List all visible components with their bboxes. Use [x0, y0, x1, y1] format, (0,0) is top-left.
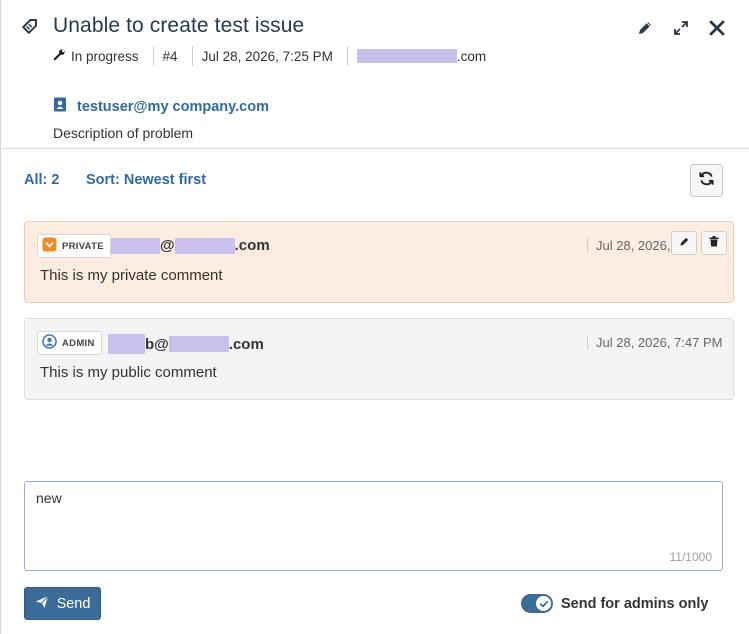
admins-only-toggle-group: Send for admins only [521, 594, 708, 613]
redacted-block [356, 49, 457, 63]
meta-divider [346, 46, 348, 66]
comment-input[interactable]: new 11/1000 [24, 481, 723, 571]
comment-date: Jul 28, 2026, 7:47 PM [587, 238, 671, 253]
check-icon [536, 596, 551, 611]
comment-input-value: new [36, 490, 62, 506]
user-circle-icon [42, 334, 57, 352]
comment-private: PRIVATE @ .com Jul 28, 2026, 7:47 PM [24, 221, 734, 303]
edit-comment-button[interactable] [671, 231, 697, 255]
comment-author: b@ .com [108, 334, 264, 354]
badge-label: PRIVATE [62, 240, 104, 252]
issue-assignee: .com [356, 48, 487, 64]
paper-plane-icon [35, 595, 49, 613]
comment-actions [671, 231, 727, 255]
pencil-icon[interactable] [633, 16, 657, 40]
author-part: @ [160, 237, 175, 254]
redacted-block [168, 336, 229, 352]
redacted-block [108, 334, 145, 354]
contact-card-icon [53, 97, 67, 117]
sort-dropdown[interactable]: Sort: Newest first [86, 172, 206, 188]
comment-text: This is my public comment [40, 364, 217, 381]
issue-status: In progress [53, 48, 139, 64]
issue-created-date: Jul 28, 2026, 7:25 PM [201, 48, 333, 64]
meta-divider [191, 46, 193, 66]
status-text: In progress [71, 48, 139, 64]
issue-meta: In progress #4 Jul 28, 2026, 7:25 PM .co… [53, 45, 486, 67]
meta-divider [152, 46, 154, 66]
comment-text: This is my private comment [40, 267, 223, 284]
issue-number: #4 [162, 48, 178, 64]
author-domain: .com [234, 237, 270, 254]
refresh-button[interactable] [690, 164, 723, 197]
issue-description: Description of problem [53, 125, 194, 141]
author-domain: .com [228, 335, 264, 353]
comment-date: Jul 28, 2026, 7:47 PM [587, 335, 722, 350]
refresh-icon [698, 170, 715, 192]
comment-count[interactable]: All: 2 [24, 172, 59, 188]
issue-title: Unable to create test issue [53, 14, 305, 37]
badge-label: ADMIN [62, 337, 95, 349]
header-actions [633, 16, 729, 40]
delete-comment-button[interactable] [701, 231, 727, 255]
pencil-icon [679, 234, 690, 252]
issue-header: Unable to create test issue In progress … [0, 0, 749, 149]
admins-only-toggle[interactable] [521, 594, 553, 613]
comment-public: ADMIN b@ .com Jul 28, 2026, 7:47 PM This… [24, 318, 734, 400]
private-badge: PRIVATE [37, 234, 111, 258]
tag-icon [20, 14, 42, 36]
admin-badge: ADMIN [37, 331, 102, 355]
send-label: Send [56, 595, 91, 612]
close-icon[interactable] [705, 16, 729, 40]
reporter-email-link[interactable]: testuser@my company.com [77, 99, 269, 115]
comment-author: @ .com [111, 237, 270, 254]
shield-icon [42, 237, 57, 255]
wrench-icon [53, 48, 66, 64]
toggle-label: Send for admins only [561, 595, 709, 612]
expand-icon[interactable] [669, 16, 693, 40]
redacted-block [111, 237, 160, 254]
trash-icon [709, 234, 719, 252]
reporter: testuser@my company.com [53, 97, 269, 117]
assignee-domain: .com [456, 48, 487, 64]
character-counter: 11/1000 [669, 550, 713, 564]
author-part: b@ [145, 335, 169, 353]
redacted-block [174, 237, 235, 254]
send-button[interactable]: Send [24, 587, 101, 620]
